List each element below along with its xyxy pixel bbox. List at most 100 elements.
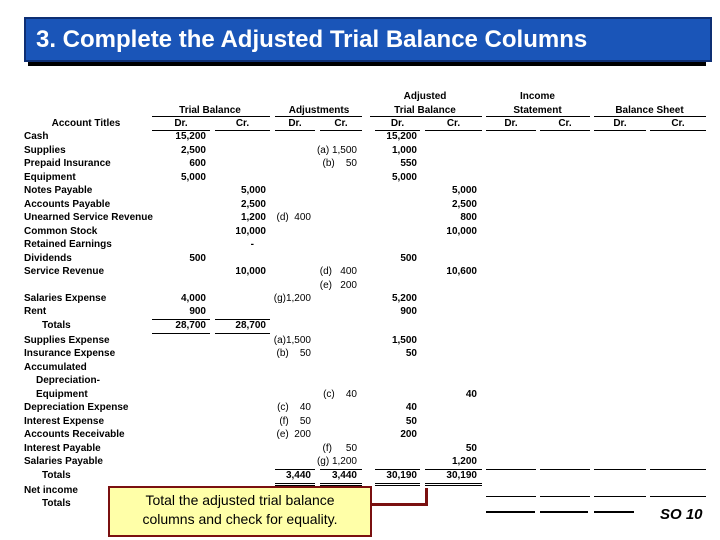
atb-cr-cell: 40 [465,389,477,400]
dr-column-header: Dr. [174,118,188,129]
total-line [540,469,590,470]
column-underline [650,130,706,131]
atb-dr-cell: 1,000 [391,145,417,156]
account-title: Common Stock [24,226,98,237]
account-title: Totals [42,498,71,509]
total-line [650,469,706,470]
atb-dr-cell: 5,000 [391,172,417,183]
adj-dr-cell: (a)1,500 [273,335,311,346]
adj-cr-cell: 3,440 [331,470,357,481]
adj-cr-cell: (g) 1,200 [316,456,357,467]
callout-line-2: columns and check for equality. [142,511,338,527]
net-income-line [650,496,706,497]
tb-cr-cell: 2,500 [240,199,266,210]
column-underline [540,130,590,131]
account-title: Totals [42,320,71,331]
account-title: Depreciation Expense [24,402,129,413]
header-account-titles: Account Titles [51,118,121,129]
cr-column-header: Cr. [235,118,250,129]
column-underline [215,130,270,131]
account-title: Notes Payable [24,185,93,196]
adj-cr-cell: (f) 50 [322,443,357,454]
account-title: Net income [24,485,78,496]
atb-dr-cell: 15,200 [386,131,417,142]
tb-dr-cell: 500 [189,253,206,264]
account-title: Totals [42,470,71,481]
total-line [594,469,646,470]
callout-arrow-vertical [425,488,428,506]
tb-dr-cell: 5,000 [180,172,206,183]
final-total-line [594,511,634,513]
account-title: Equipment [24,172,76,183]
atb-dr-cell: 900 [400,306,417,317]
atb-dr-cell: 50 [405,348,417,359]
adj-cr-cell: (c) 40 [323,389,357,400]
cr-column-header: Cr. [334,118,348,129]
column-underline [320,130,362,131]
tb-cr-cell: - [250,239,254,250]
total-line [275,469,315,470]
net-income-line [540,496,590,497]
group-underline [370,116,482,117]
adj-cr-cell: (d) 400 [319,266,357,277]
column-underline [594,130,646,131]
account-title: Interest Expense [24,416,105,427]
tb-dr-cell: 600 [189,158,206,169]
atb-cr-cell: 800 [460,212,477,223]
callout-line-1: Total the adjusted trial balance [145,492,335,508]
double-line [425,483,482,484]
account-title: Accumulated [24,362,87,373]
atb-dr-cell: 30,190 [386,470,417,481]
tb-cr-cell: 28,700 [235,320,266,331]
group-underline [275,116,362,117]
tb-dr-cell: 15,200 [175,131,206,142]
adj-dr-cell: (f) 50 [279,416,311,427]
total-line [320,469,362,470]
group-underline [594,116,706,117]
tb-cr-cell: 10,000 [235,266,266,277]
atb-dr-cell: 200 [400,429,417,440]
adj-dr-cell: (g)1,200 [273,293,311,304]
account-title: Dividends [24,253,72,264]
account-title: Cash [24,131,49,142]
account-title: Salaries Payable [24,456,103,467]
account-title: Salaries Expense [24,293,107,304]
final-total-line [486,511,535,513]
cr-column-header: Cr. [671,118,685,129]
account-title: Depreciation- [36,375,100,386]
account-title: Interest Payable [24,443,101,454]
net-income-line [486,496,536,497]
dr-column-header: Dr. [613,118,627,129]
total-line [152,333,210,334]
atb-cr-cell: 2,500 [451,199,477,210]
total-line [375,469,420,470]
total-line [486,469,536,470]
account-title: Equipment [36,389,88,400]
atb-dr-cell: 5,200 [391,293,417,304]
dr-column-header: Dr. [390,118,405,129]
total-line [425,469,482,470]
total-line [152,319,210,320]
tb-dr-cell: 900 [189,306,206,317]
dr-column-header: Dr. [504,118,518,129]
account-title: Supplies Expense [24,335,110,346]
tb-dr-cell: 28,700 [175,320,206,331]
account-title: Prepaid Insurance [24,158,111,169]
dr-column-header: Dr. [288,118,302,129]
adj-cr-cell: (e) 200 [319,280,357,291]
tb-dr-cell: 2,500 [180,145,206,156]
tb-cr-cell: 10,000 [235,226,266,237]
account-title: Insurance Expense [24,348,116,359]
callout-arrow-horizontal [370,503,428,506]
adj-dr-cell: (e) 200 [276,429,311,440]
adj-dr-cell: (c) 40 [277,402,311,413]
column-underline [425,130,482,131]
slide-number: SO 10 [660,506,703,523]
tb-cr-cell: 5,000 [240,185,266,196]
atb-dr-cell: 50 [405,416,417,427]
atb-cr-cell: 50 [465,443,477,454]
callout-box: Total the adjusted trial balance columns… [108,486,372,537]
cr-column-header: Cr. [446,118,461,129]
account-title: Accounts Receivable [24,429,125,440]
account-title: Unearned Service Revenue [24,212,153,223]
